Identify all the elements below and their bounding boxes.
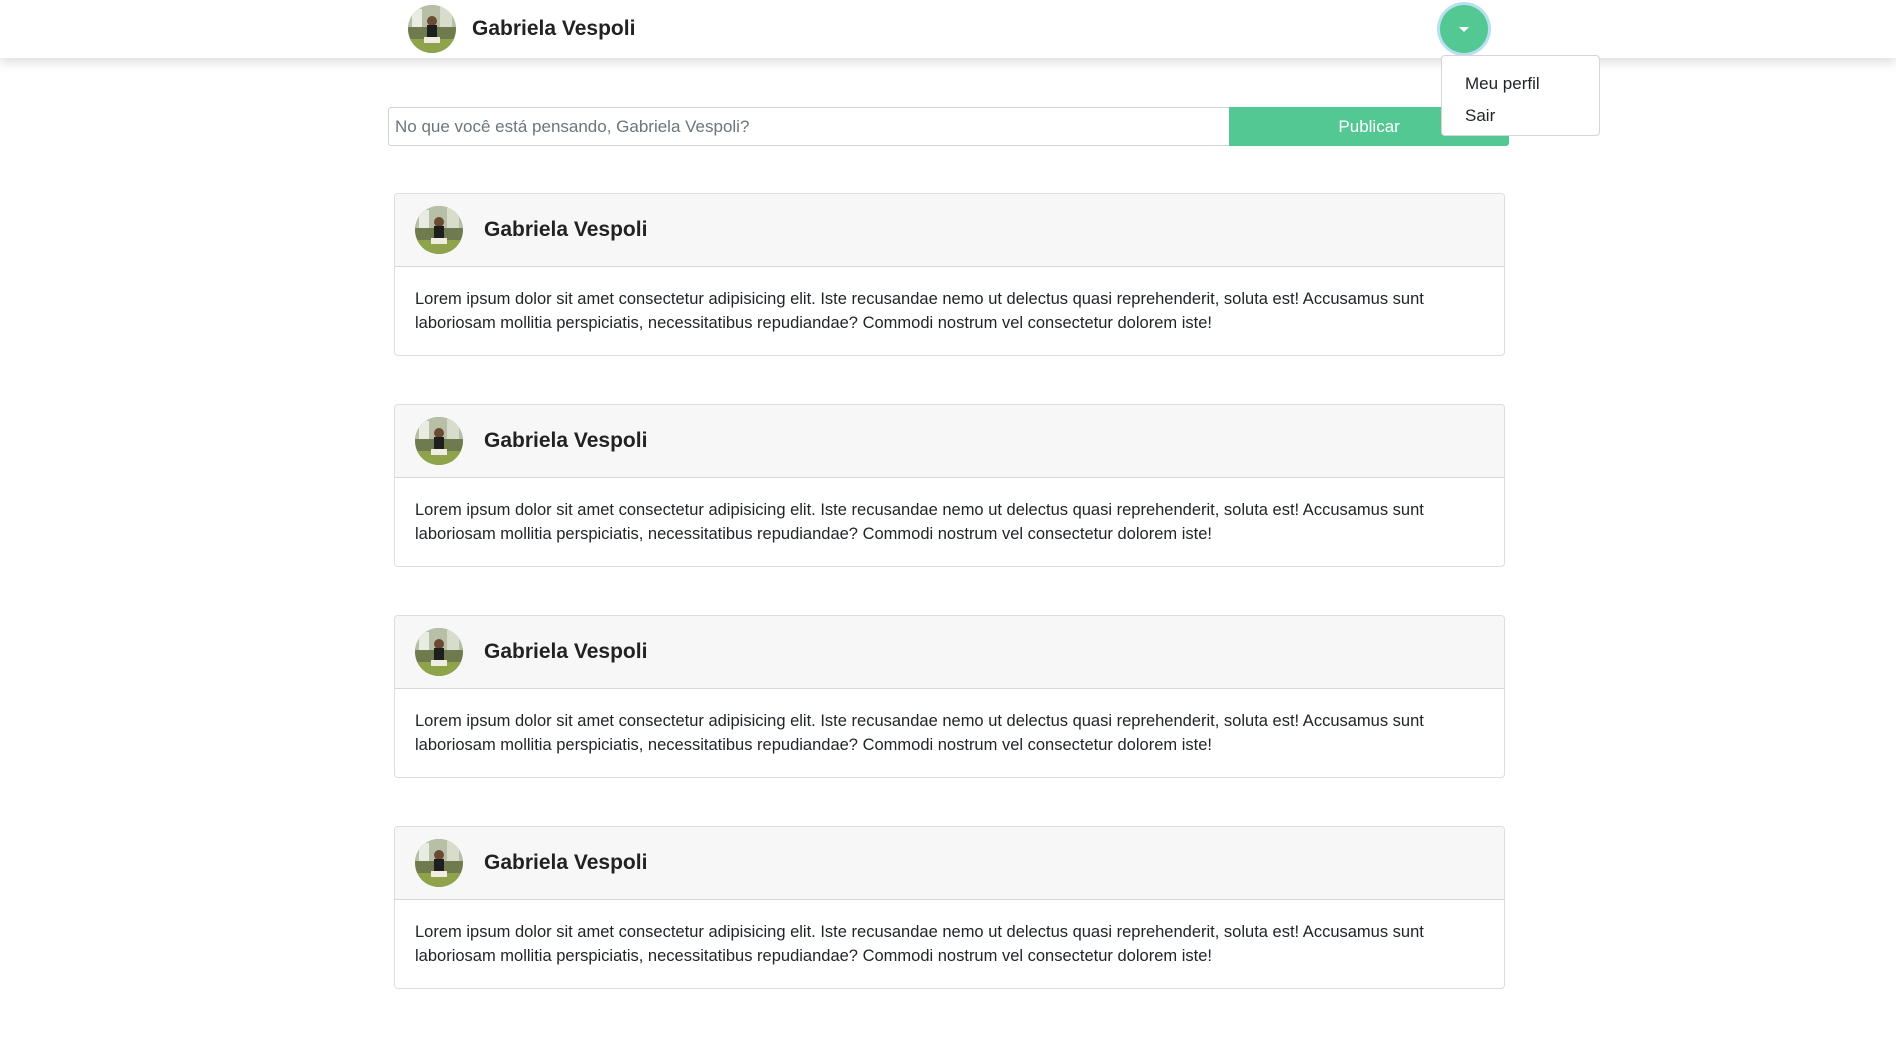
post-card: Gabriela Vespoli Lorem ipsum dolor sit a…	[394, 193, 1505, 356]
post-header: Gabriela Vespoli	[395, 194, 1504, 267]
post-body: Lorem ipsum dolor sit amet consectetur a…	[415, 290, 1424, 332]
caret-down-icon	[1459, 26, 1469, 32]
post-author-name: Gabriela Vespoli	[484, 429, 648, 452]
post-header: Gabriela Vespoli	[395, 827, 1504, 900]
post-header: Gabriela Vespoli	[395, 405, 1504, 478]
post-author-name: Gabriela Vespoli	[484, 218, 648, 241]
nav-user-name: Gabriela Vespoli	[472, 17, 636, 40]
top-navbar: Gabriela Vespoli	[0, 0, 1896, 58]
user-menu-toggle-button[interactable]	[1440, 5, 1488, 53]
menu-item-logout[interactable]: Sair	[1442, 100, 1599, 132]
post-card: Gabriela Vespoli Lorem ipsum dolor sit a…	[394, 826, 1505, 989]
post-card: Gabriela Vespoli Lorem ipsum dolor sit a…	[394, 615, 1505, 778]
post-header: Gabriela Vespoli	[395, 616, 1504, 689]
post-author-name: Gabriela Vespoli	[484, 851, 648, 874]
author-avatar[interactable]	[415, 839, 463, 887]
menu-item-my-profile[interactable]: Meu perfil	[1442, 68, 1599, 100]
post-body: Lorem ipsum dolor sit amet consectetur a…	[415, 712, 1424, 754]
post-card: Gabriela Vespoli Lorem ipsum dolor sit a…	[394, 404, 1505, 567]
post-body: Lorem ipsum dolor sit amet consectetur a…	[415, 501, 1424, 543]
post-feed: Gabriela Vespoli Lorem ipsum dolor sit a…	[394, 193, 1505, 1037]
user-dropdown-menu: Meu perfil Sair	[1441, 55, 1600, 136]
post-body: Lorem ipsum dolor sit amet consectetur a…	[415, 923, 1424, 965]
post-composer: Publicar	[388, 107, 1509, 146]
author-avatar[interactable]	[415, 628, 463, 676]
avatar[interactable]	[408, 5, 456, 53]
post-input[interactable]	[388, 107, 1230, 146]
nav-user[interactable]: Gabriela Vespoli	[408, 5, 635, 53]
author-avatar[interactable]	[415, 417, 463, 465]
post-author-name: Gabriela Vespoli	[484, 640, 648, 663]
author-avatar[interactable]	[415, 206, 463, 254]
